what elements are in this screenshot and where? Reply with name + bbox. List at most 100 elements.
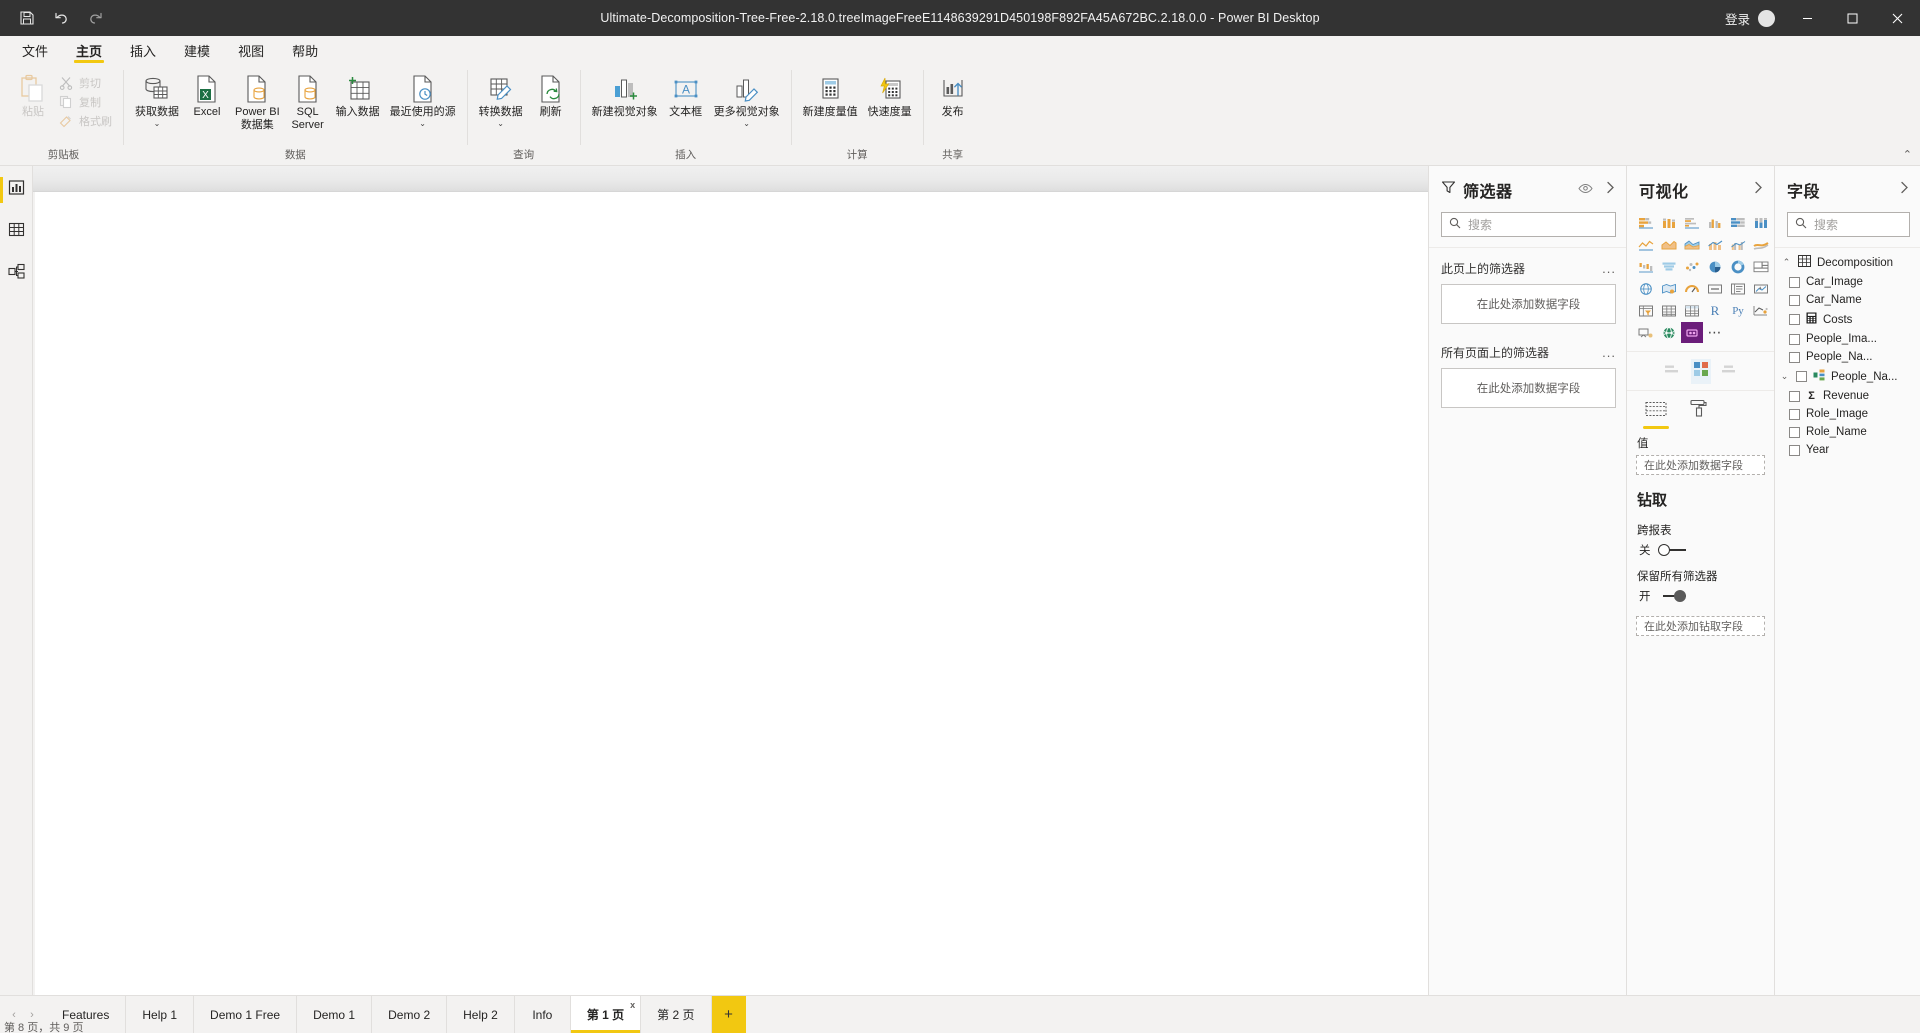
field-checkbox[interactable] [1789, 351, 1800, 363]
field-row[interactable]: Year [1775, 441, 1920, 459]
pie-chart-icon[interactable] [1704, 256, 1726, 277]
python-visual-icon[interactable]: Py [1727, 300, 1749, 321]
slicer-visual-icon[interactable] [1635, 300, 1657, 321]
canvas-top-scrollbar[interactable] [33, 166, 1428, 192]
key-influencers-visual-icon[interactable] [1750, 300, 1772, 321]
kpi-visual-icon[interactable]: ▲ [1750, 278, 1772, 299]
excel-button[interactable]: X Excel [184, 69, 230, 119]
clustered-bar-chart-icon[interactable] [1681, 212, 1703, 233]
new-visual-button[interactable]: 新建视觉对象 [587, 69, 663, 119]
field-checkbox[interactable] [1789, 408, 1800, 420]
field-checkbox[interactable] [1789, 426, 1800, 438]
copy-button[interactable]: 复制 [56, 93, 117, 111]
ribbon-tab-view[interactable]: 视图 [224, 36, 278, 64]
gauge-visual-icon[interactable] [1681, 278, 1703, 299]
field-row-hierarchy[interactable]: ⌄ People_Na... [1775, 366, 1920, 387]
eye-icon[interactable] [1578, 181, 1593, 199]
save-icon[interactable] [12, 5, 42, 31]
powerbi-dataset-button[interactable]: Power BI 数据集 [230, 69, 285, 131]
field-row[interactable]: People_Na... [1775, 348, 1920, 366]
field-checkbox[interactable] [1789, 390, 1800, 402]
collapse-filters-icon[interactable] [1605, 181, 1616, 199]
chevron-up-icon[interactable]: ⌃ [1781, 257, 1792, 268]
r-script-visual-icon[interactable]: R [1704, 300, 1726, 321]
refresh-button[interactable]: 刷新 [528, 69, 574, 119]
keep-all-filters-toggle[interactable] [1658, 590, 1686, 602]
ribbon-tab-modeling[interactable]: 建模 [170, 36, 224, 64]
more-options-icon[interactable]: ⋯ [1704, 322, 1726, 343]
avatar[interactable] [1758, 9, 1775, 27]
format-painter-button[interactable]: 格式刷 [56, 112, 117, 130]
format-tab[interactable] [1685, 399, 1711, 429]
field-checkbox[interactable] [1789, 294, 1800, 306]
line-chart-icon[interactable] [1635, 234, 1657, 255]
visual-gallery-icon[interactable] [1690, 359, 1711, 384]
field-row[interactable]: Costs [1775, 309, 1920, 330]
cross-report-toggle-row[interactable]: 关 [1627, 540, 1774, 562]
field-row[interactable]: Car_Image [1775, 273, 1920, 291]
stacked-column-chart-icon[interactable] [1658, 212, 1680, 233]
keep-all-filters-toggle-row[interactable]: 开 [1627, 586, 1774, 608]
close-button[interactable] [1875, 0, 1920, 36]
get-data-button[interactable]: 获取数据 ⌄ [130, 69, 184, 128]
cut-button[interactable]: 剪切 [56, 74, 117, 92]
collapse-visualizations-icon[interactable] [1753, 181, 1764, 199]
100-stacked-bar-chart-icon[interactable] [1727, 212, 1749, 233]
ribbon-tab-insert[interactable]: 插入 [116, 36, 170, 64]
quick-measure-button[interactable]: 快速度量 [863, 69, 917, 119]
page-tab-demo-2[interactable]: Demo 2 [372, 996, 448, 1033]
field-row[interactable]: Role_Image [1775, 405, 1920, 423]
card-visual-icon[interactable] [1704, 278, 1726, 299]
values-dropzone[interactable]: 在此处添加数据字段 [1636, 455, 1765, 475]
filters-on-all-pages-dropzone[interactable]: 在此处添加数据字段 [1441, 368, 1616, 408]
align-left-icon[interactable] [1664, 363, 1681, 381]
filters-on-this-page-dropzone[interactable]: 在此处添加数据字段 [1441, 284, 1616, 324]
waterfall-chart-icon[interactable] [1635, 256, 1657, 277]
donut-chart-icon[interactable] [1727, 256, 1749, 277]
publish-button[interactable]: 发布 [930, 69, 976, 119]
collapse-fields-icon[interactable] [1899, 181, 1910, 199]
table-visual-icon[interactable] [1658, 300, 1680, 321]
maximize-button[interactable] [1830, 0, 1875, 36]
text-box-button[interactable]: A 文本框 [663, 69, 709, 119]
fields-table-decomposition[interactable]: ⌃ Decomposition [1775, 252, 1920, 273]
decomposition-tree-visual-icon[interactable] [1635, 322, 1657, 343]
chevron-down-icon[interactable]: ⌄ [497, 119, 504, 128]
data-view-button[interactable] [0, 216, 33, 248]
collapse-ribbon-button[interactable]: ⌃ [1903, 148, 1912, 161]
chevron-down-icon[interactable]: ⌄ [1779, 371, 1790, 382]
stacked-bar-chart-icon[interactable] [1635, 212, 1657, 233]
new-measure-button[interactable]: 新建度量值 [798, 69, 863, 119]
page-tab-info[interactable]: Info [514, 996, 571, 1033]
scatter-chart-icon[interactable] [1681, 256, 1703, 277]
chevron-down-icon[interactable]: ⌄ [743, 119, 750, 128]
page-tab-demo-1-free[interactable]: Demo 1 Free [194, 996, 298, 1033]
field-checkbox[interactable] [1796, 371, 1807, 382]
more-visuals-button[interactable]: 更多视觉对象 ⌄ [709, 69, 785, 128]
ribbon-tab-home[interactable]: 主页 [62, 36, 116, 64]
clustered-column-chart-icon[interactable] [1704, 212, 1726, 233]
line-clustered-column-chart-icon[interactable] [1727, 234, 1749, 255]
map-visual-icon[interactable] [1635, 278, 1657, 299]
report-canvas[interactable] [33, 192, 1428, 995]
chevron-down-icon[interactable]: ⌄ [419, 119, 426, 128]
undo-icon[interactable] [46, 5, 76, 31]
custom-purple-visual-icon[interactable] [1681, 322, 1703, 343]
close-page-icon[interactable]: x [630, 1000, 635, 1010]
field-checkbox[interactable] [1789, 444, 1800, 456]
field-row[interactable]: Σ Revenue [1775, 387, 1920, 405]
enter-data-button[interactable]: 输入数据 [331, 69, 385, 119]
drillthrough-dropzone[interactable]: 在此处添加钻取字段 [1636, 616, 1765, 636]
field-row[interactable]: Car_Name [1775, 291, 1920, 309]
filters-on-all-pages-menu[interactable]: ... [1602, 345, 1616, 360]
model-view-button[interactable] [0, 258, 33, 290]
fields-search-input[interactable]: 搜索 [1787, 212, 1910, 237]
field-row[interactable]: Role_Name [1775, 423, 1920, 441]
recent-sources-button[interactable]: 最近使用的源 ⌄ [385, 69, 461, 128]
page-tab-help-2[interactable]: Help 2 [447, 996, 515, 1033]
minimize-button[interactable] [1785, 0, 1830, 36]
ribbon-chart-icon[interactable] [1750, 234, 1772, 255]
report-canvas-area[interactable] [33, 166, 1428, 995]
filters-search-input[interactable]: 搜索 [1441, 212, 1616, 237]
stacked-area-chart-icon[interactable] [1681, 234, 1703, 255]
